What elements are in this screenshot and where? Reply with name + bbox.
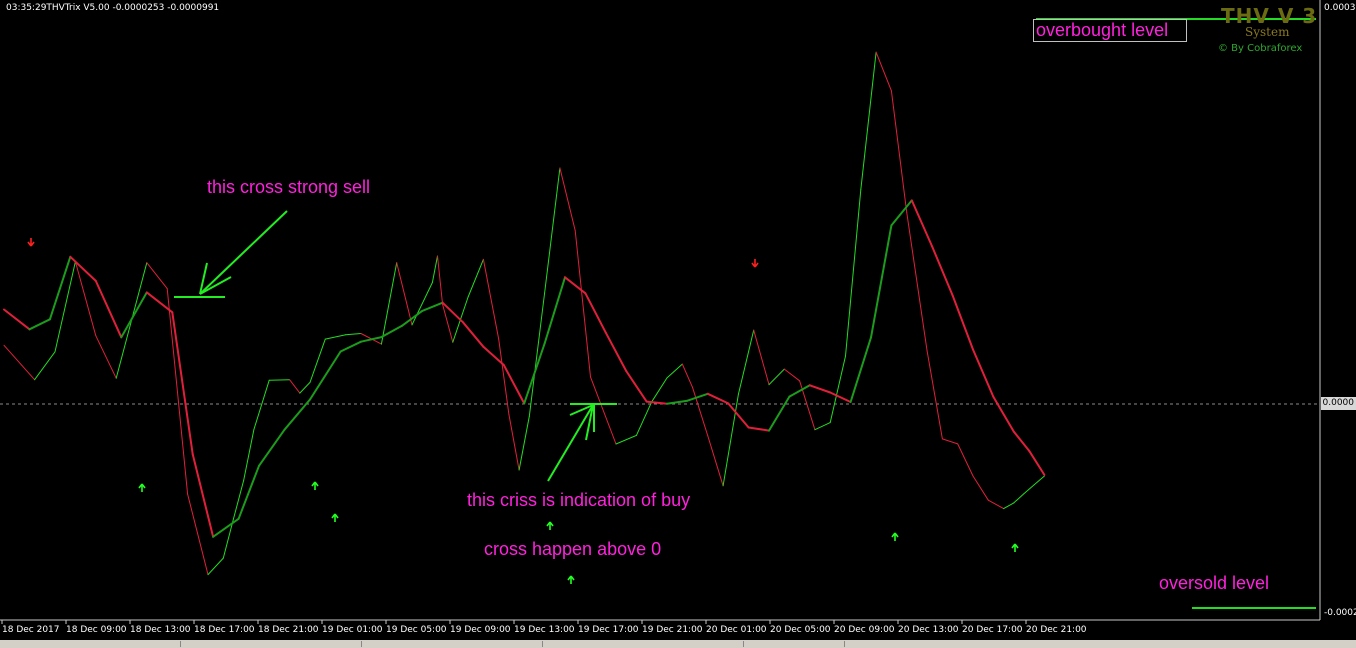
x-tick-label: 18 Dec 2017 (2, 625, 60, 635)
x-tick-label: 18 Dec 21:00 (258, 625, 319, 635)
trix-chart (0, 0, 1321, 624)
x-tick-label: 18 Dec 17:00 (194, 625, 255, 635)
x-tick-label: 20 Dec 05:00 (770, 625, 831, 635)
indicator-header: 03:35:29THVTrix V5.00 -0.0000253 -0.0000… (6, 3, 220, 13)
y-axis-top-label: 0.00038 (1324, 3, 1356, 13)
x-tick-label: 19 Dec 21:00 (642, 625, 703, 635)
x-tick-label: 19 Dec 13:00 (514, 625, 575, 635)
fast-line-segment (268, 379, 291, 381)
x-axis-ticks (1, 620, 1027, 624)
y-axis-bottom-label: -0.0002 (1324, 608, 1356, 618)
oversold-label: oversold level (1159, 573, 1270, 593)
x-tick-label: 20 Dec 21:00 (1026, 625, 1087, 635)
chart-plot-area (0, 0, 1320, 620)
above-zero-annotation: cross happen above 0 (484, 539, 662, 559)
x-tick-label: 19 Dec 01:00 (322, 625, 383, 635)
x-tick-label: 19 Dec 09:00 (450, 625, 511, 635)
buy-cross-annotation: this criss is indication of buy (467, 490, 691, 510)
tab-segment[interactable] (744, 641, 845, 647)
x-tick-label: 20 Dec 01:00 (706, 625, 767, 635)
x-tick-label: 18 Dec 09:00 (66, 625, 127, 635)
tab-segment[interactable] (0, 641, 181, 647)
thv-logo-subtitle: System (1245, 25, 1290, 39)
tab-segment[interactable] (362, 641, 543, 647)
x-tick-label: 20 Dec 09:00 (834, 625, 895, 635)
overbought-label: overbought level (1036, 20, 1169, 40)
tab-segment[interactable] (543, 641, 744, 647)
sell-cross-annotation: this cross strong sell (207, 177, 371, 197)
tab-segment[interactable] (181, 641, 362, 647)
x-tick-label: 20 Dec 17:00 (962, 625, 1023, 635)
y-axis-zero-label: 0.0000 (1321, 397, 1356, 410)
x-tick-label: 19 Dec 05:00 (386, 625, 447, 635)
thv-logo-credit: © By Cobraforex (1218, 43, 1303, 54)
x-tick-label: 20 Dec 13:00 (898, 625, 959, 635)
x-tick-label: 19 Dec 17:00 (578, 625, 639, 635)
x-tick-label: 18 Dec 13:00 (130, 625, 191, 635)
bottom-tab-strip[interactable] (0, 640, 1356, 648)
